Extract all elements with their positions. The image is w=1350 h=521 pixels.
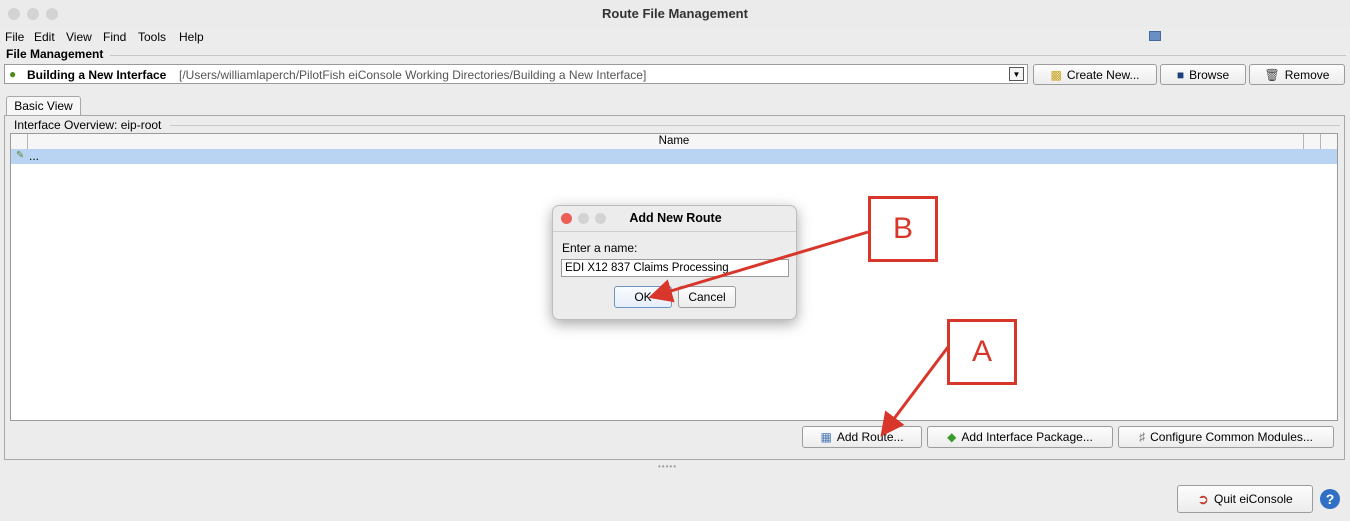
annotation-arrows [648,230,950,437]
callout-b: B [868,196,938,262]
arrow-a [880,346,950,437]
callout-a: A [947,319,1017,385]
arrow-b [648,230,869,303]
